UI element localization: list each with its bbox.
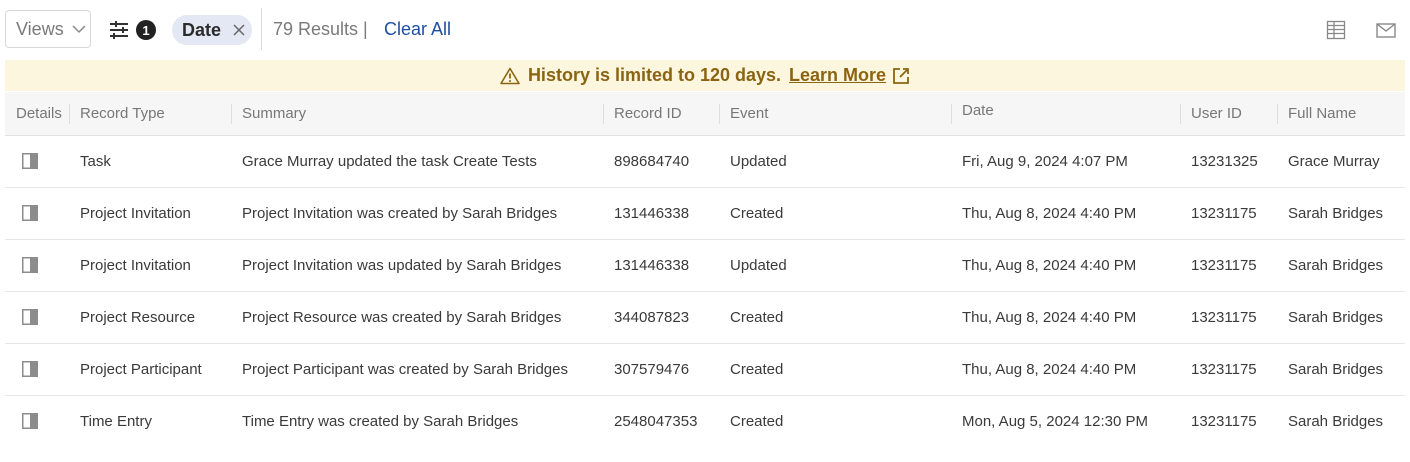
details-panel-icon[interactable] xyxy=(22,413,38,429)
cell-full-name: Grace Murray xyxy=(1288,153,1380,170)
sliders-icon xyxy=(110,21,128,39)
date-filter-chip[interactable]: Date xyxy=(172,15,252,45)
cell-user-id: 13231175 xyxy=(1191,413,1257,430)
cell-summary: Grace Murray updated the task Create Tes… xyxy=(242,153,537,170)
warning-icon xyxy=(500,67,520,84)
cell-summary: Time Entry was created by Sarah Bridges xyxy=(242,413,519,430)
details-panel-icon[interactable] xyxy=(22,257,38,273)
column-settings-icon xyxy=(1326,20,1346,40)
chip-label: Date xyxy=(182,19,222,40)
cell-record-id: 131446338 xyxy=(614,205,690,222)
cell-event: Created xyxy=(730,413,784,430)
close-icon[interactable] xyxy=(233,24,245,36)
column-header-event[interactable]: Event xyxy=(730,92,768,135)
cell-summary: Project Invitation was updated by Sarah … xyxy=(242,257,562,274)
table-row[interactable]: Project Invitation Project Invitation wa… xyxy=(5,240,1405,292)
cell-user-id: 13231175 xyxy=(1191,361,1257,378)
cell-date: Thu, Aug 8, 2024 4:40 PM xyxy=(962,257,1137,274)
cell-record-type: Project Invitation xyxy=(80,205,191,222)
details-panel-icon[interactable] xyxy=(22,205,38,221)
email-button[interactable] xyxy=(1375,19,1399,41)
column-separator xyxy=(231,104,232,124)
chevron-down-icon xyxy=(72,25,86,34)
results-count: 79 Results | xyxy=(273,19,368,39)
cell-user-id: 13231175 xyxy=(1191,205,1257,222)
cell-event: Created xyxy=(730,205,784,222)
cell-summary: Project Invitation was created by Sarah … xyxy=(242,205,558,222)
cell-summary: Project Participant was created by Sarah… xyxy=(242,361,568,378)
column-separator xyxy=(1277,104,1278,124)
cell-record-type: Project Participant xyxy=(80,361,202,378)
column-header-details[interactable]: Details xyxy=(16,92,62,135)
column-separator xyxy=(719,104,720,124)
column-header-summary[interactable]: Summary xyxy=(242,92,306,135)
cell-record-id: 131446338 xyxy=(614,257,690,274)
cell-date: Thu, Aug 8, 2024 4:40 PM xyxy=(962,309,1137,326)
envelope-icon xyxy=(1376,23,1396,38)
cell-full-name: Sarah Bridges xyxy=(1288,361,1384,378)
banner-message: History is limited to 120 days. xyxy=(527,65,782,85)
toolbar-divider xyxy=(261,8,262,50)
toolbar: Views 1 Date 79 Results | Clear All xyxy=(0,0,1410,60)
table-row[interactable]: Task Grace Murray updated the task Creat… xyxy=(5,136,1405,188)
cell-summary: Project Resource was created by Sarah Br… xyxy=(242,309,562,326)
cell-record-type: Project Resource xyxy=(80,309,196,326)
cell-record-type: Project Invitation xyxy=(80,257,191,274)
table-header: Details Record Type Summary Record ID Ev… xyxy=(5,92,1405,136)
details-panel-icon[interactable] xyxy=(22,361,38,377)
cell-event: Updated xyxy=(730,153,787,170)
cell-date: Mon, Aug 5, 2024 12:30 PM xyxy=(962,413,1148,430)
column-separator xyxy=(1180,104,1181,124)
column-header-record-type[interactable]: Record Type xyxy=(80,92,165,135)
table-row[interactable]: Project Resource Project Resource was cr… xyxy=(5,292,1405,344)
cell-date: Thu, Aug 8, 2024 4:40 PM xyxy=(962,361,1137,378)
history-table: Details Record Type Summary Record ID Ev… xyxy=(5,92,1405,447)
column-separator xyxy=(951,104,952,124)
cell-full-name: Sarah Bridges xyxy=(1288,413,1384,430)
cell-user-id: 13231175 xyxy=(1191,257,1257,274)
column-header-record-id[interactable]: Record ID xyxy=(614,92,682,135)
cell-date: Fri, Aug 9, 2024 4:07 PM xyxy=(962,153,1128,170)
details-panel-icon[interactable] xyxy=(22,309,38,325)
cell-user-id: 13231325 xyxy=(1191,153,1258,170)
cell-full-name: Sarah Bridges xyxy=(1288,309,1384,326)
table-row[interactable]: Time Entry Time Entry was created by Sar… xyxy=(5,396,1405,447)
cell-record-id: 307579476 xyxy=(614,361,690,378)
cell-event: Created xyxy=(730,361,784,378)
cell-date: Thu, Aug 8, 2024 4:40 PM xyxy=(962,205,1137,222)
column-header-date[interactable]: Date xyxy=(962,89,994,132)
cell-record-id: 2548047353 xyxy=(614,413,698,430)
cell-full-name: Sarah Bridges xyxy=(1288,257,1384,274)
views-label: Views xyxy=(16,18,64,39)
cell-record-id: 898684740 xyxy=(614,153,690,170)
column-header-full-name[interactable]: Full Name xyxy=(1288,92,1356,135)
column-settings-button[interactable] xyxy=(1325,19,1349,41)
cell-event: Created xyxy=(730,309,784,326)
filter-button[interactable]: 1 xyxy=(108,18,160,42)
learn-more-label: Learn More xyxy=(789,65,887,85)
cell-record-id: 344087823 xyxy=(614,309,690,326)
column-separator xyxy=(603,104,604,124)
cell-user-id: 13231175 xyxy=(1191,309,1257,326)
learn-more-link[interactable]: Learn More xyxy=(789,65,910,86)
external-link-icon xyxy=(893,67,909,84)
history-limit-banner: History is limited to 120 days. Learn Mo… xyxy=(5,60,1405,91)
clear-all-link[interactable]: Clear All xyxy=(384,19,451,40)
cell-record-type: Task xyxy=(80,153,111,170)
cell-full-name: Sarah Bridges xyxy=(1288,205,1384,222)
details-panel-icon[interactable] xyxy=(22,153,38,169)
column-separator xyxy=(69,104,70,124)
column-header-user-id[interactable]: User ID xyxy=(1191,92,1242,135)
cell-record-type: Time Entry xyxy=(80,413,152,430)
table-row[interactable]: Project Invitation Project Invitation wa… xyxy=(5,188,1405,240)
filter-count-badge: 1 xyxy=(136,20,156,40)
table-row[interactable]: Project Participant Project Participant … xyxy=(5,344,1405,396)
cell-event: Updated xyxy=(730,257,787,274)
views-dropdown[interactable]: Views xyxy=(5,10,91,48)
